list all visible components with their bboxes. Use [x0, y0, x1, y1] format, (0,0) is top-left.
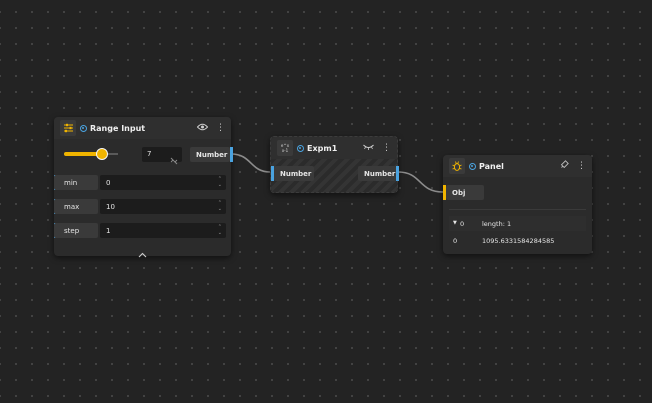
node-title: Range Input [90, 123, 146, 133]
field-step: step 1 ⌃ ⌄ [54, 223, 231, 238]
visibility-off-icon[interactable] [363, 144, 374, 153]
spinner-icon[interactable]: ⌃ ⌄ [218, 224, 222, 236]
bug-icon [449, 158, 465, 174]
row-key: 0 [453, 237, 458, 245]
wire-expm1-to-panel [397, 171, 444, 193]
expm1-header[interactable]: e^x x-1 Expm1 ⋮ [271, 137, 397, 159]
field-max: max 10 ⌃ ⌄ [54, 199, 231, 214]
output-port-label: Number [364, 169, 396, 178]
collapse-chevron-icon[interactable] [138, 243, 147, 262]
output-port-number[interactable]: Number [190, 147, 230, 162]
field-label: step [54, 223, 98, 238]
function-icon: e^x x-1 [277, 140, 293, 156]
unlink-icon[interactable] [170, 150, 178, 169]
list-item[interactable]: ▼ 0 length: 1 [449, 216, 586, 231]
panel-divider [449, 209, 586, 210]
input-port-label: Obj [452, 188, 466, 197]
input-port-number[interactable]: Number [274, 166, 314, 181]
status-indicator-icon [297, 144, 304, 152]
input-port-label: Number [280, 169, 312, 178]
max-value: 10 [106, 202, 115, 211]
output-port-number[interactable]: Number [358, 166, 396, 181]
eye-icon[interactable] [196, 123, 209, 134]
min-input[interactable]: 0 ⌃ ⌄ [100, 175, 226, 190]
sliders-icon [60, 120, 76, 136]
field-label: min [54, 175, 98, 190]
wire-range-to-expm1 [230, 153, 271, 173]
output-port-marker[interactable] [230, 147, 233, 162]
status-indicator-icon [469, 162, 476, 170]
output-port-marker[interactable] [396, 166, 399, 181]
slider-thumb[interactable] [95, 148, 108, 160]
row-key: 0 [460, 220, 465, 228]
status-indicator-icon [80, 124, 87, 132]
output-port-label: Number [196, 150, 228, 159]
list-item[interactable]: 0 1095.6331584284585 [449, 233, 586, 248]
field-min: min 0 ⌃ ⌄ [54, 175, 231, 190]
value-text: 7 [147, 150, 152, 158]
max-input[interactable]: 10 ⌃ ⌄ [100, 199, 226, 214]
pin-icon[interactable] [560, 160, 569, 172]
row-value: 1095.6331584284585 [482, 237, 555, 245]
field-label: max [54, 199, 98, 214]
icon-text-bottom: x-1 [281, 148, 289, 153]
range-input-header[interactable]: Range Input ⋮ [54, 117, 231, 139]
value-input[interactable]: 7 [142, 147, 182, 165]
row-value: length: 1 [482, 220, 512, 228]
more-vertical-icon[interactable]: ⋮ [216, 123, 225, 133]
more-vertical-icon[interactable]: ⋮ [382, 143, 391, 153]
expand-triangle-icon[interactable]: ▼ [453, 220, 457, 226]
spinner-icon[interactable]: ⌃ ⌄ [218, 200, 222, 212]
step-value: 1 [106, 226, 111, 235]
step-input[interactable]: 1 ⌃ ⌄ [100, 223, 226, 238]
expm1-node[interactable]: e^x x-1 Expm1 ⋮ Number Number [270, 136, 399, 193]
more-vertical-icon[interactable]: ⋮ [577, 161, 586, 171]
panel-node[interactable]: Panel ⋮ Obj ▼ 0 length: 1 0 1095.6331584… [443, 155, 592, 254]
spinner-icon[interactable]: ⌃ ⌄ [218, 176, 222, 188]
range-slider[interactable] [64, 148, 118, 160]
range-input-node[interactable]: Range Input ⋮ 7 Number min 0 ⌃⌄ max 10 [54, 117, 233, 258]
input-port-obj[interactable]: Obj [446, 185, 484, 200]
min-value: 0 [106, 178, 111, 187]
node-title: Expm1 [307, 143, 338, 153]
node-title: Panel [479, 161, 504, 171]
panel-header[interactable]: Panel ⋮ [443, 155, 592, 177]
